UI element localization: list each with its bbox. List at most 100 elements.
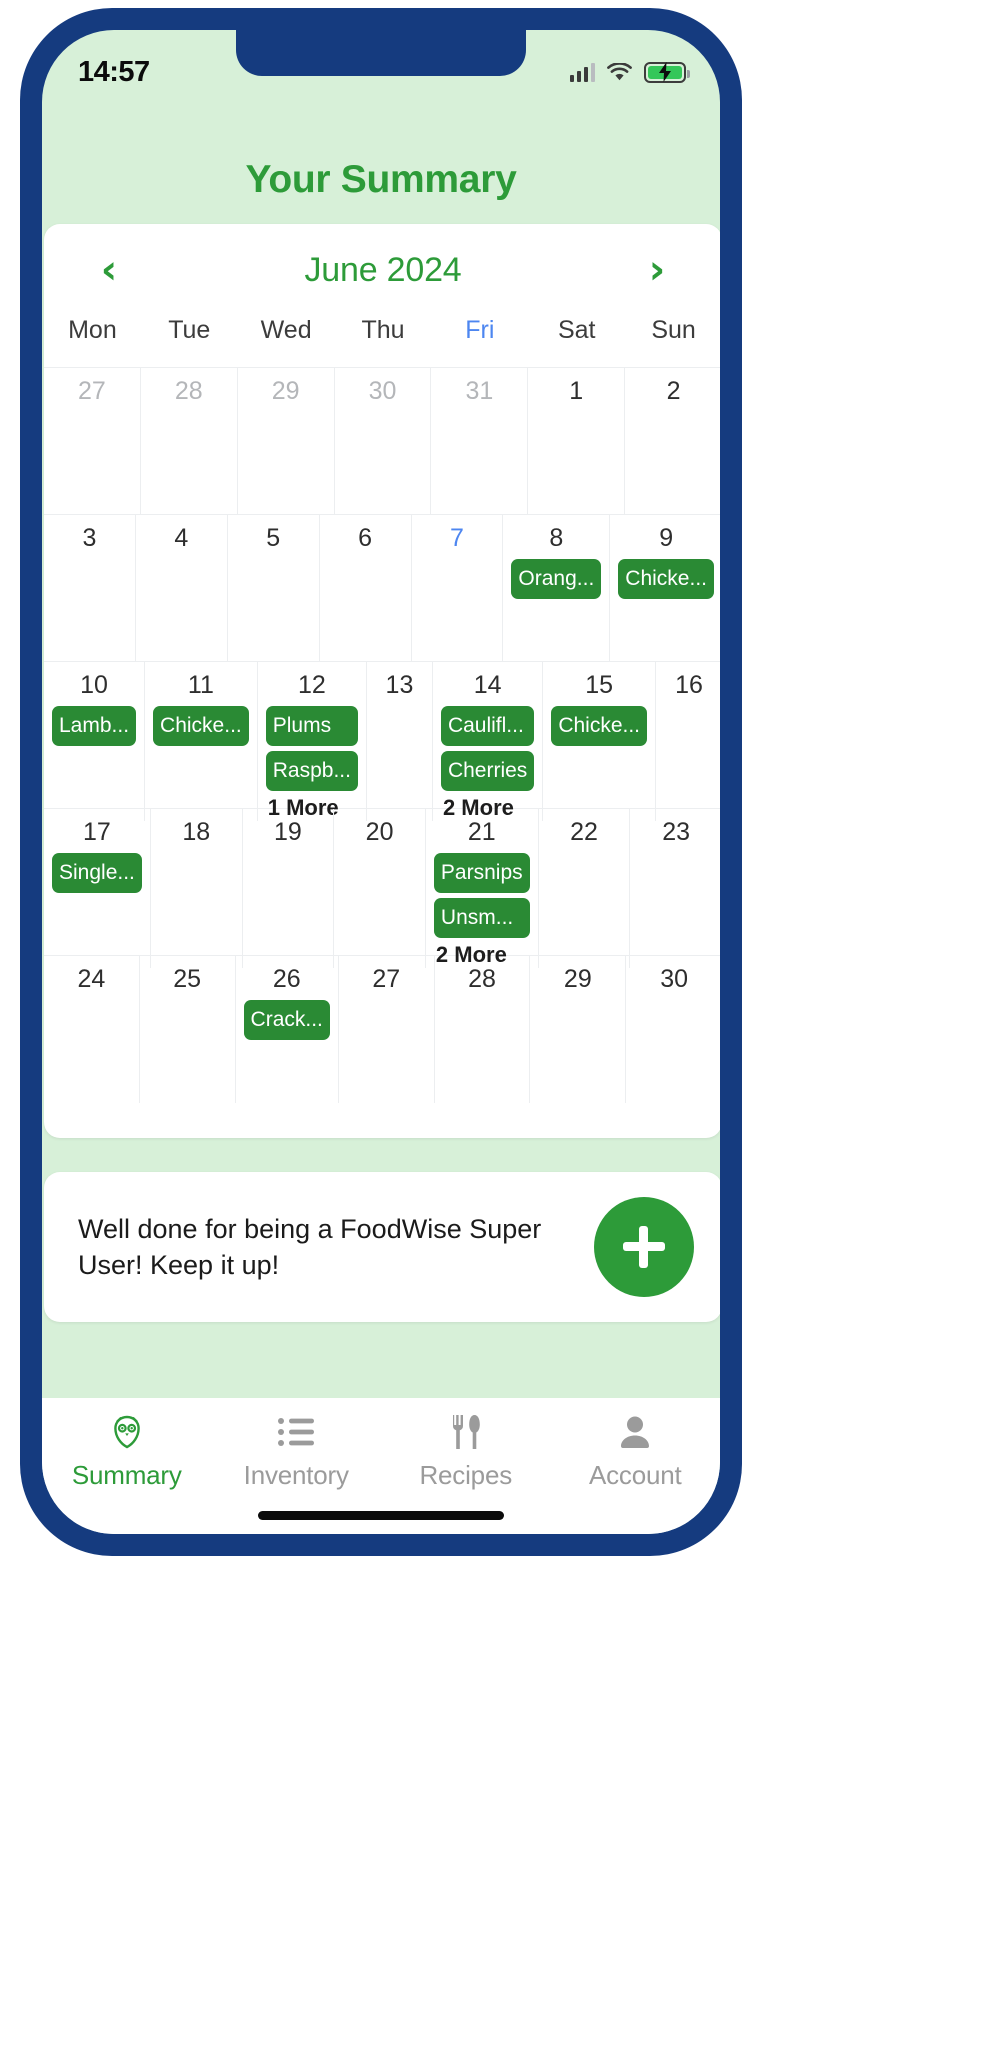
calendar-day-cell[interactable]: 11 Chicke... xyxy=(145,662,258,822)
calendar-day-cell[interactable]: 24 xyxy=(44,956,140,1103)
calendar-week-row: 10 Lamb... 11 Chicke... 12 Plums Raspb... 1 Mor… xyxy=(44,662,720,822)
day-number: 3 xyxy=(82,524,97,552)
calendar-day-cell[interactable]: 5 xyxy=(228,515,320,661)
tab-account[interactable]: Account xyxy=(551,1412,721,1491)
day-number: 30 xyxy=(660,965,688,993)
calendar-day-cell[interactable]: 21 Parsnips Unsm... 2 More xyxy=(426,809,539,969)
encouragement-text: Well done for being a FoodWise Super Use… xyxy=(78,1213,542,1280)
screenshot-root: 14:57 Your Summary ‹ June 2024 › Mon Tue… xyxy=(0,0,1000,2060)
day-events: Chicke... xyxy=(548,706,650,747)
tab-label: Inventory xyxy=(243,1460,349,1490)
calendar-day-cell[interactable]: 9 Chicke... xyxy=(610,515,720,661)
day-events: Orang... xyxy=(508,559,604,600)
calendar-grid: 27 28 29 30 31 1 2 3 4 5 6 7 8 Orang... 9 Chicke... 10 La… xyxy=(44,367,720,1103)
calendar-day-cell[interactable]: 14 Caulifl... Cherries 2 More xyxy=(433,662,544,822)
calendar-day-cell[interactable]: 25 xyxy=(140,956,236,1103)
calendar-day-cell[interactable]: 31 xyxy=(431,368,529,514)
calendar-day-cell[interactable]: 30 xyxy=(335,368,432,514)
calendar-week-row: 17 Single... 18 19 20 21 Parsnips Unsm... 2 More… xyxy=(44,809,720,969)
status-indicators xyxy=(569,61,690,83)
day-number: 18 xyxy=(182,818,211,846)
calendar-day-cell[interactable]: 6 xyxy=(320,515,412,661)
day-number: 22 xyxy=(570,818,598,846)
event-chip[interactable]: Raspb... xyxy=(265,751,358,792)
calendar-day-cell[interactable]: 4 xyxy=(136,515,228,661)
calendar-day-cell[interactable]: 27 xyxy=(339,956,435,1103)
event-chip[interactable]: Caulifl... xyxy=(440,706,535,747)
weekday-label: Wed xyxy=(260,316,312,344)
add-item-button[interactable] xyxy=(594,1197,694,1297)
calendar-day-cell[interactable]: 12 Plums Raspb... 1 More xyxy=(258,662,367,822)
chevron-right-icon[interactable]: › xyxy=(634,250,680,290)
event-chip[interactable]: Plums xyxy=(265,706,358,747)
person-icon xyxy=(618,1412,652,1452)
event-chip[interactable]: Cherries xyxy=(440,751,535,792)
calendar-day-cell[interactable]: 17 Single... xyxy=(44,809,151,969)
calendar-header: ‹ June 2024 › xyxy=(44,224,720,316)
calendar-day-cell[interactable]: 1 xyxy=(528,368,626,514)
calendar-day-cell[interactable]: 16 xyxy=(656,662,720,821)
day-events: Plums Raspb... xyxy=(263,706,361,792)
day-events: Chicke... xyxy=(615,559,717,600)
event-chip[interactable]: Orang... xyxy=(511,559,602,600)
phone-screen: 14:57 Your Summary ‹ June 2024 › Mon Tue… xyxy=(42,30,720,1534)
calendar-day-cell[interactable]: 30 xyxy=(626,956,720,1103)
calendar-day-cell[interactable]: 7 xyxy=(412,515,504,661)
calendar-day-cell[interactable]: 8 Orang... xyxy=(503,515,611,661)
day-number: 15 xyxy=(585,671,614,699)
day-number: 11 xyxy=(187,671,214,699)
event-chip[interactable]: Single... xyxy=(52,853,142,894)
event-chip[interactable]: Chicke... xyxy=(551,706,648,747)
calendar-month-label: June 2024 xyxy=(304,250,462,289)
day-number: 7 xyxy=(450,524,464,552)
calendar-day-cell[interactable]: 19 xyxy=(243,809,335,969)
calendar-week-row: 24 25 26 Crack... 27 28 29 30 xyxy=(44,956,720,1103)
event-chip[interactable]: Chicke... xyxy=(618,559,714,600)
tab-label: Account xyxy=(588,1460,682,1490)
weekday-label: Tue xyxy=(168,316,211,344)
calendar-card: ‹ June 2024 › Mon Tue Wed Thu Fri Sat Sun 27 28… xyxy=(44,224,720,1138)
tab-recipes[interactable]: Recipes xyxy=(381,1412,551,1491)
encouragement-card: Well done for being a FoodWise Super Use… xyxy=(44,1172,720,1322)
event-chip[interactable]: Chicke... xyxy=(153,706,249,747)
day-number: 8 xyxy=(549,524,564,552)
day-events: Single... xyxy=(49,853,145,894)
owl-icon xyxy=(108,1412,146,1452)
calendar-day-cell[interactable]: 29 xyxy=(530,956,627,1103)
day-number: 29 xyxy=(563,965,592,993)
calendar-day-cell[interactable]: 20 xyxy=(334,809,426,969)
calendar-day-cell[interactable]: 29 xyxy=(238,368,335,514)
day-number: 17 xyxy=(83,818,111,846)
calendar-day-cell[interactable]: 23 xyxy=(630,809,720,968)
day-number: 6 xyxy=(358,524,373,552)
list-icon xyxy=(278,1412,315,1452)
tab-inventory[interactable]: Inventory xyxy=(212,1412,382,1491)
phone-frame: 14:57 Your Summary ‹ June 2024 › Mon Tue… xyxy=(20,8,742,1556)
calendar-day-cell[interactable]: 15 Chicke... xyxy=(543,662,657,822)
page-title: Your Summary xyxy=(245,158,517,201)
calendar-week-row: 27 28 29 30 31 1 2 xyxy=(44,368,720,515)
calendar-day-cell[interactable]: 26 Crack... xyxy=(236,956,339,1103)
event-chip[interactable]: Parsnips xyxy=(433,853,530,894)
calendar-day-cell[interactable]: 2 xyxy=(625,368,720,514)
day-events: Chicke... xyxy=(150,706,252,747)
calendar-day-cell[interactable]: 28 xyxy=(435,956,531,1103)
calendar-day-cell[interactable]: 22 xyxy=(539,809,631,969)
calendar-day-cell[interactable]: 28 xyxy=(141,368,238,514)
calendar-day-cell[interactable]: 27 xyxy=(44,368,141,514)
cellular-signal-icon xyxy=(569,62,595,82)
day-number: 26 xyxy=(272,965,301,993)
calendar-day-cell[interactable]: 10 Lamb... xyxy=(44,662,146,822)
calendar-day-cell[interactable]: 18 xyxy=(151,809,243,969)
event-chip[interactable]: Lamb... xyxy=(52,706,137,747)
day-number: 12 xyxy=(297,671,326,699)
event-chip[interactable]: Unsm... xyxy=(433,898,530,939)
calendar-day-cell[interactable]: 13 xyxy=(367,662,433,822)
calendar-day-cell[interactable]: 3 xyxy=(44,515,136,661)
event-chip[interactable]: Crack... xyxy=(243,1000,330,1041)
day-number: 21 xyxy=(467,818,496,846)
chevron-left-icon[interactable]: ‹ xyxy=(86,250,132,290)
day-number: 20 xyxy=(365,818,394,846)
day-number: 31 xyxy=(465,377,494,405)
tab-summary[interactable]: Summary xyxy=(42,1412,212,1491)
